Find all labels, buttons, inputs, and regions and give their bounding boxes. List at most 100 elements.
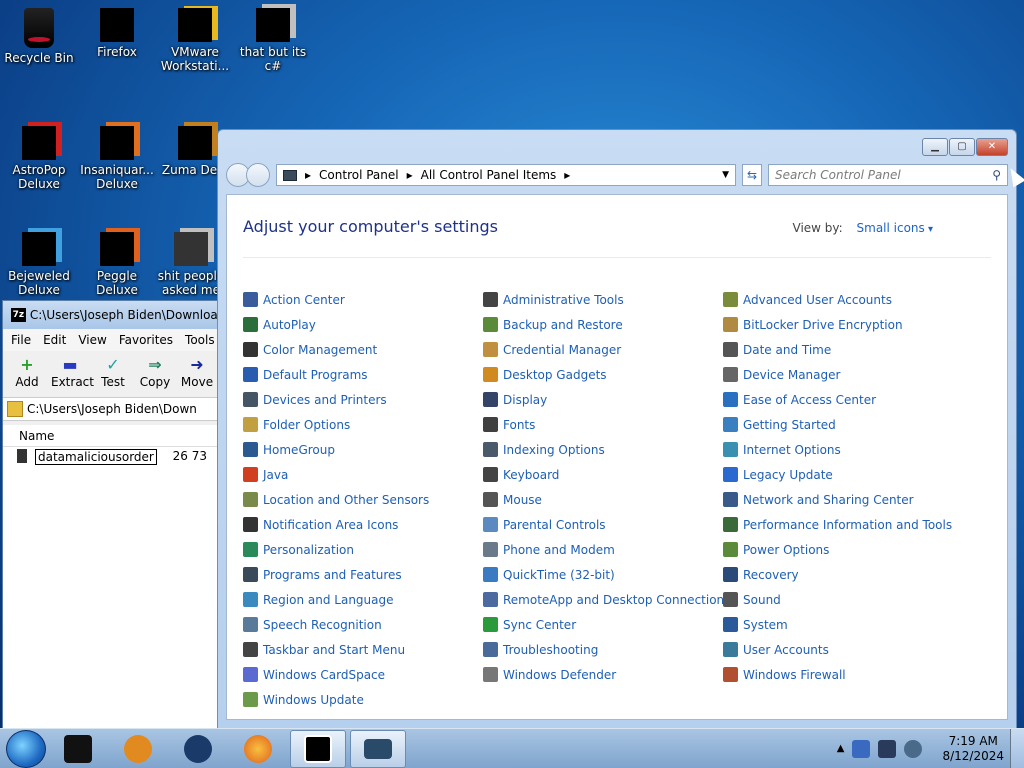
volume-icon[interactable] [904,739,923,758]
cp-item-folder-options[interactable]: Folder Options [243,412,483,437]
cp-item-ease-of-access-center[interactable]: Ease of Access Center [723,387,983,412]
cp-item-devices-and-printers[interactable]: Devices and Printers [243,387,483,412]
cp-item-keyboard[interactable]: Keyboard [483,462,723,487]
cp-item-remoteapp-and-desktop-connections[interactable]: RemoteApp and Desktop Connections [483,587,730,612]
start-button[interactable] [6,729,46,768]
show-hidden-icons-icon[interactable]: ▲ [837,743,845,754]
cp-item-mouse[interactable]: Mouse [483,487,723,512]
copy-button[interactable]: ⇒ Copy [137,355,173,393]
cp-item-java[interactable]: Java [243,462,483,487]
cp-item-taskbar-and-start-menu[interactable]: Taskbar and Start Menu [243,637,483,662]
address-dropdown-icon[interactable]: ▼ [722,170,729,180]
cp-item-indexing-options[interactable]: Indexing Options [483,437,723,462]
extract-button[interactable]: ▬ Extract [51,355,94,393]
breadcrumb-control-panel[interactable]: Control Panel [319,168,399,182]
network-icon[interactable] [878,739,897,758]
menu-favorites[interactable]: Favorites [119,333,173,347]
cp-item-windows-update[interactable]: Windows Update [243,687,483,712]
cp-item-default-programs[interactable]: Default Programs [243,362,483,387]
menu-view[interactable]: View [78,333,106,347]
menu-edit[interactable]: Edit [43,333,66,347]
cp-item-color-management[interactable]: Color Management [243,337,483,362]
cp-item-sync-center[interactable]: Sync Center [483,612,723,637]
desktop-icon-recycle-bin[interactable]: Recycle Bin [0,8,78,65]
cp-item-date-and-time[interactable]: Date and Time [723,337,983,362]
cp-item-network-and-sharing-center[interactable]: Network and Sharing Center [723,487,983,512]
taskbar-button-app1[interactable] [50,730,106,768]
cp-item-device-manager[interactable]: Device Manager [723,362,983,387]
forward-button[interactable] [246,163,270,187]
breadcrumb-arrow-icon[interactable]: ▸ [407,168,413,182]
minimize-button[interactable]: ▁ [922,138,948,156]
cp-item-legacy-update[interactable]: Legacy Update [723,462,983,487]
clock[interactable]: 7:19 AM 8/12/2024 [942,734,1004,764]
cp-item-location-and-other-sensors[interactable]: Location and Other Sensors [243,487,483,512]
desktop-icon-firefox[interactable]: Firefox [78,8,156,59]
7zip-path[interactable]: C:\Users\Joseph Biden\Down [27,402,197,416]
cp-item-windows-firewall[interactable]: Windows Firewall [723,662,983,687]
cp-item-internet-options[interactable]: Internet Options [723,437,983,462]
cp-item-phone-and-modem[interactable]: Phone and Modem [483,537,723,562]
7zip-path-bar[interactable]: C:\Users\Joseph Biden\Down [3,397,221,421]
refresh-button[interactable]: ⇆ [742,164,762,186]
cp-item-sound[interactable]: Sound [723,587,983,612]
cp-item-notification-area-icons[interactable]: Notification Area Icons [243,512,483,537]
search-input[interactable]: Search Control Panel ⚲ [768,164,1008,186]
breadcrumb-arrow-icon[interactable]: ▸ [564,168,570,182]
cp-item-power-options[interactable]: Power Options [723,537,983,562]
cp-item-personalization[interactable]: Personalization [243,537,483,562]
taskbar-button-firefox[interactable] [230,730,286,768]
cp-item-recovery[interactable]: Recovery [723,562,983,587]
cp-item-backup-and-restore[interactable]: Backup and Restore [483,312,723,337]
cp-item-windows-cardspace[interactable]: Windows CardSpace [243,662,483,687]
cp-item-action-center[interactable]: Action Center [243,287,483,312]
column-header-name[interactable]: Name [3,425,221,447]
desktop-icon-astropop[interactable]: AstroPop Deluxe [0,126,78,191]
desktop-icon-vmware[interactable]: VMware Workstati... [156,8,234,73]
cp-item-region-and-language[interactable]: Region and Language [243,587,483,612]
folder-up-icon[interactable] [7,401,23,417]
breadcrumb-all-items[interactable]: All Control Panel Items [421,168,557,182]
move-button[interactable]: ➜ Move [179,355,215,393]
cp-item-homegroup[interactable]: HomeGroup [243,437,483,462]
cp-item-fonts[interactable]: Fonts [483,412,723,437]
cp-item-troubleshooting[interactable]: Troubleshooting [483,637,723,662]
cp-item-windows-defender[interactable]: Windows Defender [483,662,723,687]
cp-item-programs-and-features[interactable]: Programs and Features [243,562,483,587]
menu-file[interactable]: File [11,333,31,347]
close-button[interactable]: ✕ [976,138,1008,156]
cp-item-user-accounts[interactable]: User Accounts [723,637,983,662]
desktop-icon-insaniquarium[interactable]: Insaniquar... Deluxe [78,126,156,191]
cp-item-display[interactable]: Display [483,387,723,412]
taskbar-button-7zip[interactable] [290,729,346,768]
cp-item-advanced-user-accounts[interactable]: Advanced User Accounts [723,287,983,312]
list-item[interactable]: datamaliciousorder 26 73 [3,447,221,467]
cp-item-speech-recognition[interactable]: Speech Recognition [243,612,483,637]
desktop-icon-that-but-its-csharp[interactable]: that but its c# [234,8,312,73]
view-by-dropdown[interactable]: Small icons [857,221,933,235]
show-desktop-button[interactable] [1010,728,1024,768]
test-button[interactable]: ✓ Test [95,355,131,393]
cp-item-parental-controls[interactable]: Parental Controls [483,512,723,537]
cp-item-quicktime-32-bit[interactable]: QuickTime (32-bit) [483,562,723,587]
taskbar-button-control-panel[interactable] [350,729,406,768]
taskbar-button-media-player[interactable] [110,730,166,768]
cp-item-performance-information-and-tools[interactable]: Performance Information and Tools [723,512,983,537]
cp-item-desktop-gadgets[interactable]: Desktop Gadgets [483,362,723,387]
add-button[interactable]: + Add [9,355,45,393]
cp-item-credential-manager[interactable]: Credential Manager [483,337,723,362]
desktop-icon-peggle[interactable]: Peggle Deluxe [78,232,156,297]
cp-item-autoplay[interactable]: AutoPlay [243,312,483,337]
desktop-icon-bejeweled[interactable]: Bejeweled Deluxe [0,232,78,297]
menu-tools[interactable]: Tools [185,333,215,347]
cp-item-bitlocker-drive-encryption[interactable]: BitLocker Drive Encryption [723,312,983,337]
taskbar-button-globe[interactable] [170,730,226,768]
cp-item-administrative-tools[interactable]: Administrative Tools [483,287,723,312]
flag-icon[interactable] [852,739,871,758]
cp-item-system[interactable]: System [723,612,983,637]
cp-item-getting-started[interactable]: Getting Started [723,412,983,437]
maximize-button[interactable]: ▢ [949,138,975,156]
7zip-titlebar[interactable]: 7z C:\Users\Joseph Biden\Downloads\ [3,301,221,329]
search-icon[interactable]: ⚲ [992,168,1001,182]
address-bar[interactable]: ▸ Control Panel ▸ All Control Panel Item… [276,164,736,186]
